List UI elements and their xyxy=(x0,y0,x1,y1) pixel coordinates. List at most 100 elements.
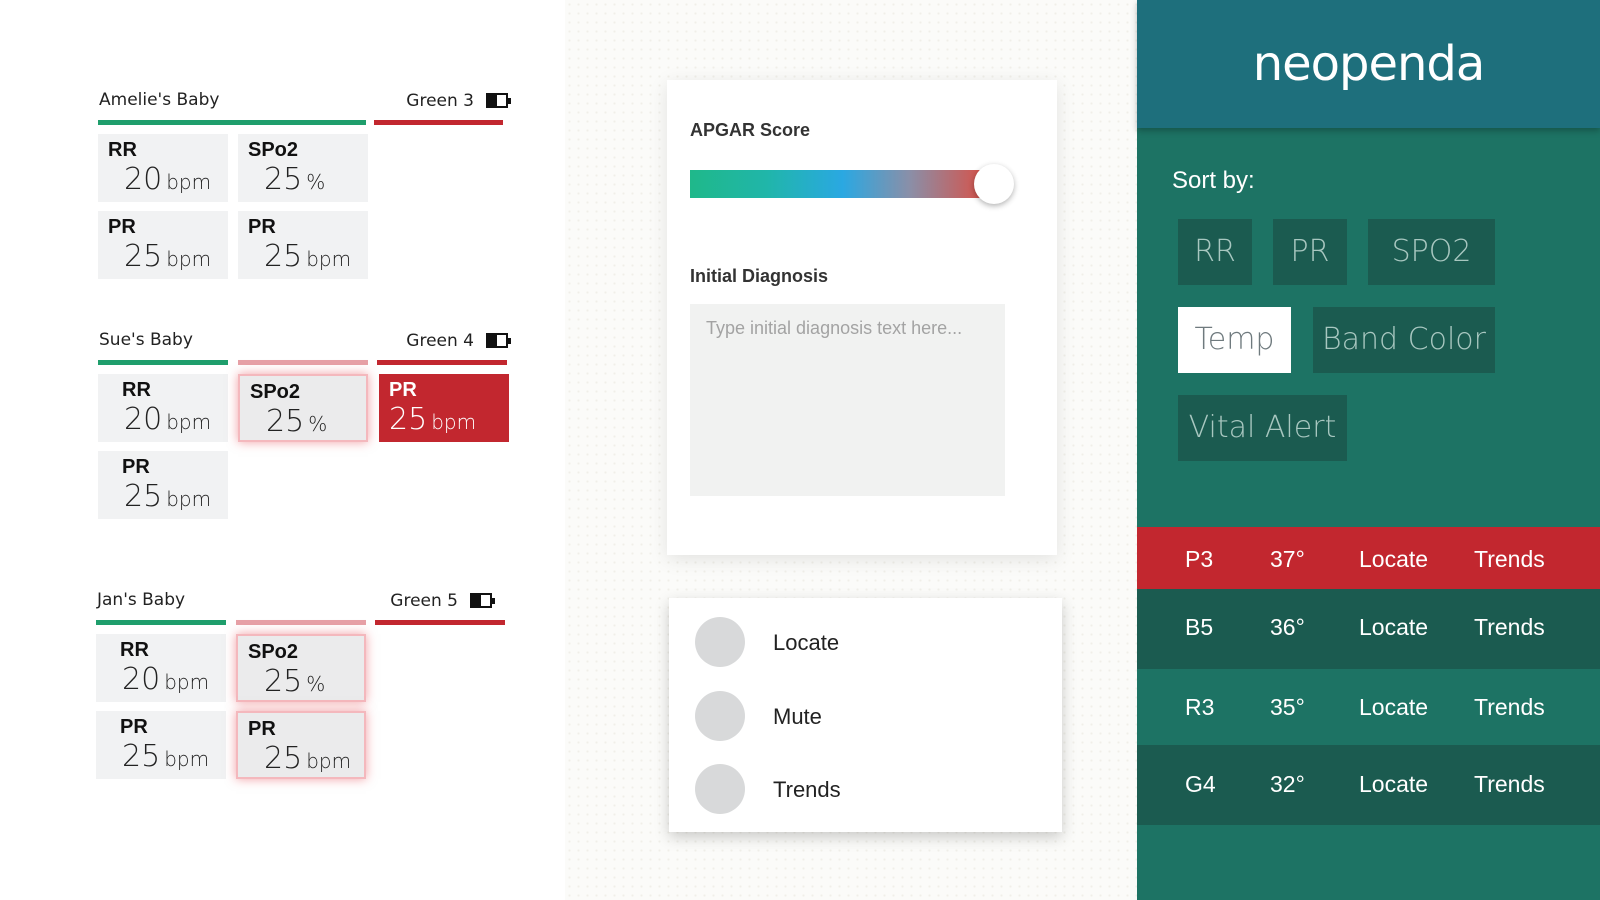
vital-label: RR xyxy=(122,379,151,401)
vital-value: 25% xyxy=(264,666,364,700)
assessment-form: APGAR Score Initial Diagnosis xyxy=(667,80,1057,555)
menu-item-label: Trends xyxy=(773,777,841,802)
vital-tile-rr[interactable]: RR 20 bpm xyxy=(96,634,226,702)
sort-option-temp[interactable]: Temp xyxy=(1178,307,1291,373)
vitals-grid: RR 20 bpm SPo2 25% PR 25 bpm PR 25 bpm xyxy=(98,374,518,534)
vital-tile-pr[interactable]: PR 25 bpm xyxy=(98,451,228,519)
vital-value: 25 bpm xyxy=(264,743,364,777)
vital-value: 25 bpm xyxy=(264,241,368,275)
vital-tile-pr[interactable]: PR 25 bpm xyxy=(238,211,368,279)
vital-tile-spo2-alert[interactable]: SPo2 25% xyxy=(238,374,368,442)
row-locate-link[interactable]: Locate xyxy=(1359,694,1428,721)
vital-tile-rr[interactable]: RR 20 bpm xyxy=(98,134,228,202)
vital-status-bars xyxy=(96,620,516,626)
vital-number: 25 xyxy=(264,239,303,274)
row-id: B5 xyxy=(1185,614,1214,640)
vital-unit: bpm xyxy=(166,487,212,511)
vitals-grid: RR 20 bpm SPo2 25% PR 25 bpm PR 25 bpm xyxy=(98,134,518,294)
row-id: G4 xyxy=(1185,771,1216,797)
vital-number: 25 xyxy=(266,404,305,439)
patient-row[interactable]: R3 35° Locate Trends xyxy=(1137,669,1600,745)
vital-unit: bpm xyxy=(306,247,352,271)
patient-name: Amelie's Baby xyxy=(99,90,220,110)
trends-icon xyxy=(695,764,745,814)
vital-tile-pr-alert[interactable]: PR 25 bpm xyxy=(236,711,366,779)
patient-card[interactable]: Amelie's Baby Green 3 RR 20 bpm SPo2 25% … xyxy=(98,84,518,294)
sort-label: Sort by: xyxy=(1172,167,1255,194)
patient-header: Amelie's Baby Green 3 xyxy=(98,84,518,114)
vital-value: 25 bpm xyxy=(124,481,228,515)
sort-option-band-color[interactable]: Band Color xyxy=(1313,307,1495,373)
patient-header: Jan's Baby Green 5 xyxy=(96,584,516,614)
patient-name: Sue's Baby xyxy=(99,330,193,350)
patient-row[interactable]: P3 37° Locate Trends xyxy=(1137,527,1600,589)
row-id: P3 xyxy=(1185,546,1214,572)
vital-tile-rr[interactable]: RR 20 bpm xyxy=(98,374,228,442)
patient-card[interactable]: Jan's Baby Green 5 RR 20 bpm SPo2 25% PR … xyxy=(96,584,516,794)
vital-unit: bpm xyxy=(306,749,352,773)
vital-number: 25 xyxy=(264,162,303,197)
mute-icon xyxy=(695,691,745,741)
battery-icon xyxy=(486,333,511,348)
sort-option-pr[interactable]: PR xyxy=(1273,219,1347,285)
vital-unit: bpm xyxy=(164,670,210,694)
menu-item-trends[interactable]: Trends xyxy=(695,764,1035,814)
diagnosis-textarea[interactable] xyxy=(690,304,1005,496)
vital-unit: bpm xyxy=(166,410,212,434)
vital-value: 25% xyxy=(264,164,368,198)
band-label: Green 5 xyxy=(390,591,458,611)
vital-label: PR xyxy=(120,716,148,738)
row-trends-link[interactable]: Trends xyxy=(1474,694,1545,721)
vital-status-bars xyxy=(98,120,518,126)
status-bar-red xyxy=(374,120,503,125)
row-locate-link[interactable]: Locate xyxy=(1359,771,1428,798)
vital-number: 20 xyxy=(124,162,163,197)
vital-tile-pr[interactable]: PR 25 bpm xyxy=(98,211,228,279)
sort-option-vital-alert[interactable]: Vital Alert xyxy=(1178,395,1347,461)
patient-card[interactable]: Sue's Baby Green 4 RR 20 bpm SPo2 25% PR … xyxy=(98,324,518,534)
row-trends-link[interactable]: Trends xyxy=(1474,771,1545,798)
row-trends-link[interactable]: Trends xyxy=(1474,546,1545,573)
vital-number: 25 xyxy=(124,479,163,514)
patient-row[interactable]: B5 36° Locate Trends xyxy=(1137,589,1600,669)
vital-label: PR xyxy=(389,379,417,401)
status-bar-pink xyxy=(236,620,366,625)
row-locate-link[interactable]: Locate xyxy=(1359,546,1428,573)
row-id: R3 xyxy=(1185,694,1215,720)
vital-unit: % xyxy=(306,672,326,696)
vital-value: 20 bpm xyxy=(124,404,228,438)
vital-unit: % xyxy=(308,412,328,436)
vital-tile-pr-critical[interactable]: PR 25 bpm xyxy=(379,374,509,442)
vitals-grid: RR 20 bpm SPo2 25% PR 25 bpm PR 25 bpm xyxy=(96,634,516,794)
row-trends-link[interactable]: Trends xyxy=(1474,614,1545,641)
menu-item-locate[interactable]: Locate xyxy=(695,617,1035,667)
vital-label: RR xyxy=(120,639,149,661)
apgar-slider-thumb[interactable] xyxy=(974,164,1014,204)
vital-label: SPo2 xyxy=(248,641,299,663)
patient-header: Sue's Baby Green 4 xyxy=(98,324,518,354)
vital-number: 25 xyxy=(124,239,163,274)
vital-value: 20 bpm xyxy=(124,164,228,198)
action-menu: Locate Mute Trends xyxy=(669,598,1062,832)
vital-label: SPo2 xyxy=(248,139,299,161)
vital-label: SPo2 xyxy=(250,381,301,403)
vital-tile-spo2[interactable]: SPo2 25% xyxy=(238,134,368,202)
vital-tile-spo2-alert[interactable]: SPo2 25% xyxy=(236,634,366,702)
apgar-slider-track[interactable] xyxy=(690,170,995,198)
vital-tile-pr[interactable]: PR 25 bpm xyxy=(96,711,226,779)
patient-row[interactable]: G4 32° Locate Trends xyxy=(1137,745,1600,825)
sort-option-rr[interactable]: RR xyxy=(1178,219,1252,285)
row-locate-link[interactable]: Locate xyxy=(1359,614,1428,641)
vital-label: PR xyxy=(248,718,276,740)
patient-name: Jan's Baby xyxy=(97,590,186,610)
row-temp: 37° xyxy=(1270,546,1305,572)
apgar-label: APGAR Score xyxy=(690,120,811,140)
sort-option-spo2[interactable]: SPO2 xyxy=(1368,219,1495,285)
row-temp: 36° xyxy=(1270,614,1305,640)
vital-unit: bpm xyxy=(164,747,210,771)
vital-value: 25 bpm xyxy=(124,241,228,275)
menu-item-mute[interactable]: Mute xyxy=(695,691,1035,741)
vital-number: 20 xyxy=(122,662,161,697)
vital-label: PR xyxy=(122,456,150,478)
locate-icon xyxy=(695,617,745,667)
